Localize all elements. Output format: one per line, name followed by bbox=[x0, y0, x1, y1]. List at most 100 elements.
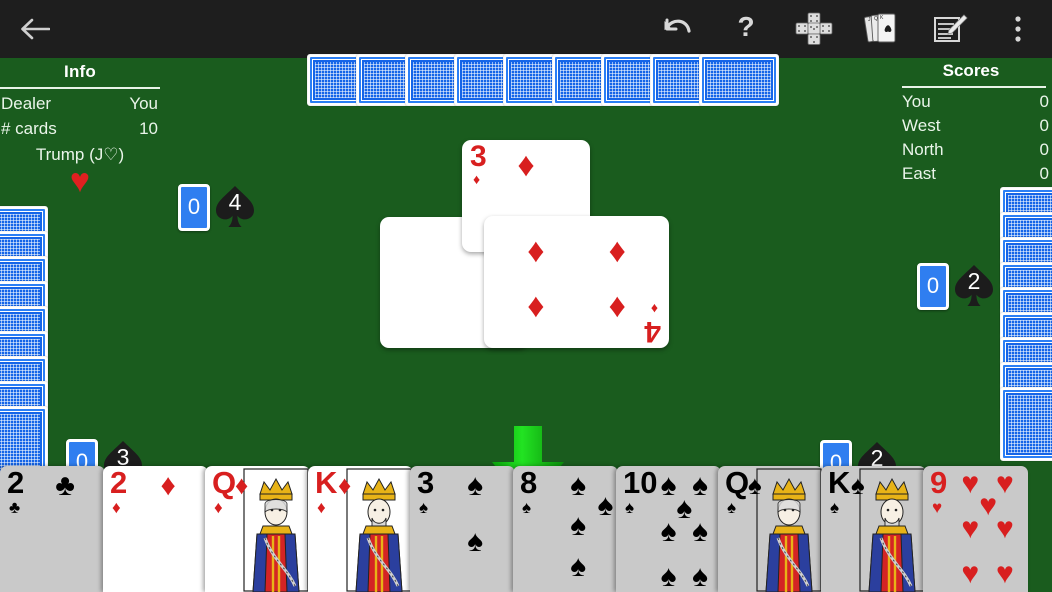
score-name-north: North bbox=[902, 140, 944, 159]
hand-card-corner-suit: ♠ bbox=[748, 470, 762, 500]
hand-card-rank: 9 bbox=[930, 466, 948, 500]
hand-card-rank: Q bbox=[725, 466, 750, 500]
score-name-you: You bbox=[902, 92, 931, 111]
undo-icon[interactable] bbox=[644, 0, 712, 58]
trick-card-content: 4 ♦ ♦ ♦ ♦ ♦ bbox=[484, 216, 669, 348]
bid-value-north: 0 bbox=[917, 262, 949, 310]
hand-card-pip: ♠ bbox=[660, 559, 677, 592]
info-numcards-value: 10 bbox=[139, 119, 158, 138]
hand-card-court-art-king bbox=[346, 468, 412, 592]
hand-card-corner-suit: ♦ bbox=[235, 470, 249, 500]
hand-card-suit: ♣ bbox=[9, 498, 21, 517]
score-row-north: North 0 bbox=[890, 138, 1052, 162]
trump-suit-icon: ♥ bbox=[69, 162, 91, 200]
bid-indicator-you[interactable]: 0 4 bbox=[178, 183, 258, 231]
score-name-east: East bbox=[902, 164, 937, 183]
svg-text:?: ? bbox=[737, 14, 754, 42]
hand-card-rank: K bbox=[828, 466, 851, 500]
hand-card-rank: 10 bbox=[623, 466, 658, 500]
hand-card-suit: ♠ bbox=[830, 498, 840, 517]
hand-card-suit: ♦ bbox=[317, 498, 326, 517]
hand-card-rank: 2 bbox=[110, 466, 128, 500]
hand-card-pip: ♥ bbox=[961, 557, 980, 591]
info-panel: Info Dealer You # cards 10 Trump (J♡) ♥ bbox=[0, 62, 160, 200]
trick-card-pip: ♦ bbox=[527, 233, 545, 272]
scores-divider bbox=[902, 86, 1046, 88]
info-dealer-label: Dealer bbox=[1, 94, 52, 113]
hand-cards-icon[interactable]: JQK bbox=[848, 0, 916, 58]
hand-card-court-art-queen bbox=[243, 468, 309, 592]
hand-card[interactable]: 3 ♠ ♠ ♠ bbox=[410, 466, 515, 592]
hand-card-court-art-king bbox=[859, 468, 925, 592]
trick-card-suit: ♦ bbox=[473, 171, 481, 187]
hand-card-pip: ♠ bbox=[467, 524, 484, 558]
score-row-east: East 0 bbox=[890, 162, 1052, 186]
score-value-east: 0 bbox=[1039, 164, 1049, 183]
hand-card[interactable]: K ♦ ♦ bbox=[308, 466, 413, 592]
back-button[interactable] bbox=[0, 0, 70, 58]
info-divider bbox=[0, 87, 160, 89]
hand-card-pip: ♠ bbox=[570, 469, 587, 503]
hand-card-pip: ♠ bbox=[676, 491, 693, 525]
hand-card[interactable]: 10 ♠ ♠ ♠ ♠ ♠ ♠ ♠ ♠ bbox=[616, 466, 721, 592]
hand-card-pip: ♣ bbox=[55, 469, 75, 503]
hand-card-pip: ♠ bbox=[660, 514, 677, 548]
hand-card-suit: ♦ bbox=[112, 498, 121, 517]
hand-card[interactable]: K ♠ ♠ bbox=[821, 466, 926, 592]
info-panel-title: Info bbox=[64, 62, 96, 81]
svg-text:Q: Q bbox=[874, 16, 878, 22]
help-icon[interactable]: ? bbox=[712, 0, 780, 58]
tricks-count-north: 2 bbox=[967, 268, 981, 294]
hand-card-pip: ♥ bbox=[961, 512, 980, 545]
trick-card-east: 4 ♦ ♦ ♦ ♦ ♦ bbox=[484, 216, 669, 348]
tricks-taken-north: 2 bbox=[951, 262, 997, 310]
hand-card[interactable]: 8 ♠ ♠ ♠ ♠ ♠ bbox=[513, 466, 618, 592]
table-layout-icon[interactable] bbox=[780, 0, 848, 58]
score-value-west: 0 bbox=[1039, 116, 1049, 135]
hand-card[interactable]: Q ♦ ♦ bbox=[205, 466, 310, 592]
bid-indicator-north[interactable]: 0 2 bbox=[917, 262, 997, 310]
score-name-west: West bbox=[902, 116, 941, 135]
hand-card-rank: 8 bbox=[520, 466, 538, 500]
scores-panel-title: Scores bbox=[942, 61, 1000, 80]
hand-card-pip: ♠ bbox=[692, 514, 708, 548]
score-value-you: 0 bbox=[1039, 92, 1049, 111]
hand-card-pip: ♥ bbox=[961, 466, 980, 500]
hand-card-court-art-queen bbox=[756, 468, 822, 592]
card-back bbox=[1000, 387, 1052, 461]
card-back-pattern bbox=[702, 57, 776, 103]
trick-card-pip: ♦ bbox=[608, 289, 626, 328]
hand-card[interactable]: 9 ♥ ♥ ♥ ♥ ♥ ♥ ♥ ♥ bbox=[923, 466, 1028, 592]
hand-card-suit: ♠ bbox=[625, 498, 635, 517]
tricks-count-you: 4 bbox=[228, 189, 242, 215]
hand-card-pip: ♠ bbox=[570, 509, 587, 543]
hand-card-suit: ♠ bbox=[419, 498, 429, 517]
hand-card-pip: ♠ bbox=[597, 489, 614, 523]
info-dealer-value: You bbox=[129, 94, 158, 113]
hand-card[interactable]: 2 ♣ ♣ bbox=[0, 466, 105, 592]
trick-card-rank: 4 bbox=[644, 315, 661, 348]
hand-card-pip: ♠ bbox=[692, 469, 708, 503]
trick-card-pip: ♦ bbox=[517, 145, 535, 184]
score-row-you: You 0 bbox=[890, 90, 1052, 114]
app-bar: ? J Q K bbox=[0, 0, 1052, 58]
trick-card-rank: 3 bbox=[470, 140, 487, 173]
trick-card-pip: ♦ bbox=[527, 289, 545, 328]
hand-card-pip: ♠ bbox=[570, 549, 587, 583]
hand-card[interactable]: Q ♠ ♠ bbox=[718, 466, 823, 592]
hand-card-rank: K bbox=[315, 466, 338, 500]
score-value-north: 0 bbox=[1039, 140, 1049, 159]
hand-card-suit: ♥ bbox=[932, 498, 943, 517]
hand-card[interactable]: 2 ♦ ♦ bbox=[103, 466, 208, 592]
hand-card-pip: ♥ bbox=[995, 557, 1014, 591]
hand-card-suit: ♠ bbox=[522, 498, 532, 517]
hand-card-pip: ♠ bbox=[660, 469, 677, 503]
hand-card-pip: ♦ bbox=[160, 469, 176, 503]
hand-card-rank: Q bbox=[212, 466, 237, 500]
card-back-pattern bbox=[1003, 390, 1052, 458]
trick-card-suit: ♦ bbox=[650, 301, 658, 317]
scorepad-icon[interactable] bbox=[916, 0, 984, 58]
player-hand: 2 ♣ ♣ 2 ♦ ♦ Q ♦ ♦ K ♦ ♦ 3 ♠ ♠ ♠ 8 ♠ ♠ ♠ ♠ ♠ 10 ♠ ♠ ♠ ♠ ♠ ♠ ♠ ♠ Q ♠ ♠ K ♠ ♠ 9 ♥… bbox=[0, 466, 1052, 592]
hand-card-rank: 3 bbox=[417, 466, 435, 500]
overflow-menu-icon[interactable] bbox=[984, 0, 1052, 58]
